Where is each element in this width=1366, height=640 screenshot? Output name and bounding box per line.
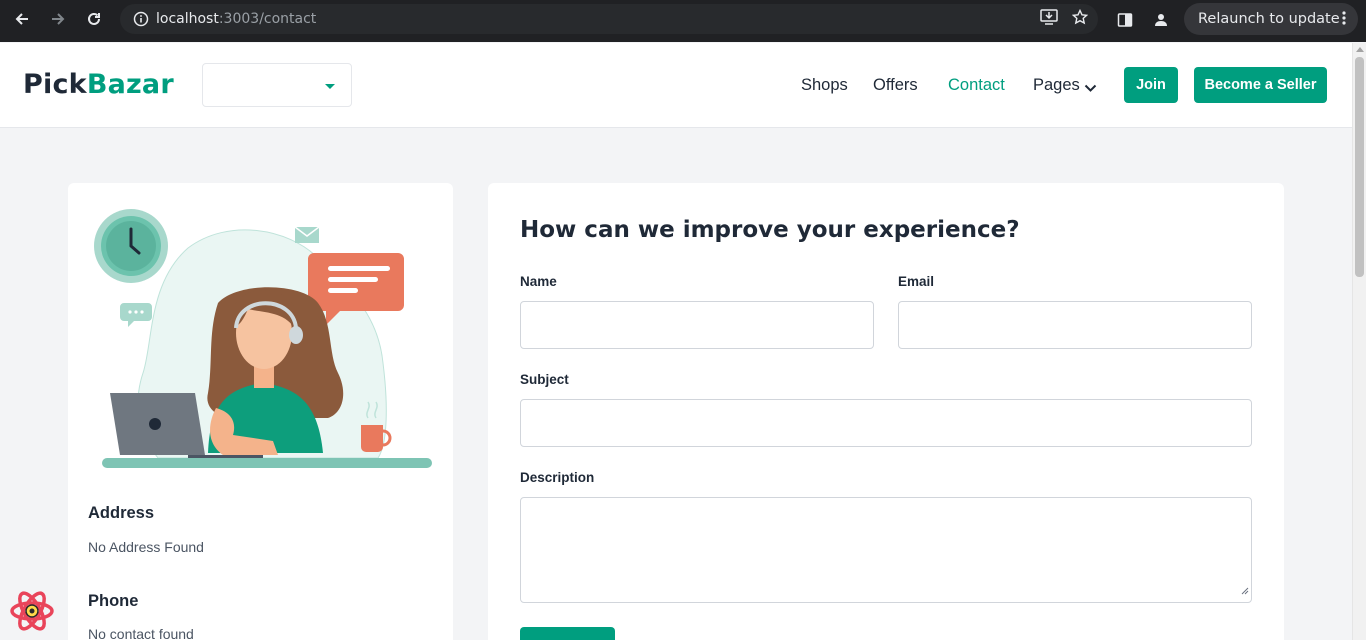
scroll-up-icon[interactable] [1356, 47, 1364, 52]
site-header: PickBazar Shops Offers Contact Pages Joi… [0, 43, 1352, 128]
form-title: How can we improve your experience? [520, 217, 1020, 243]
nav-pages[interactable]: Pages [1033, 76, 1080, 95]
address-value: No Address Found [88, 539, 204, 555]
page-scrollbar[interactable] [1352, 43, 1366, 640]
subject-input[interactable] [520, 399, 1252, 447]
contact-form-card: How can we improve your experience? Name… [488, 183, 1284, 640]
more-menu-icon[interactable] [1342, 10, 1346, 30]
become-seller-button[interactable]: Become a Seller [1194, 67, 1327, 103]
logo[interactable]: PickBazar [23, 69, 174, 100]
url-text: localhost:3003/contact [156, 11, 317, 27]
subject-label: Subject [520, 372, 569, 387]
description-label: Description [520, 470, 595, 485]
react-devtools-icon[interactable] [10, 589, 54, 633]
contact-info-card: Address No Address Found Phone No contac… [68, 183, 453, 640]
shop-type-select[interactable] [202, 63, 352, 107]
submit-button[interactable] [520, 627, 615, 640]
phone-title: Phone [88, 592, 139, 610]
phone-value: No contact found [88, 626, 194, 640]
address-bar[interactable]: localhost:3003/contact [120, 4, 1098, 34]
reload-icon[interactable] [76, 1, 112, 37]
browser-toolbar: localhost:3003/contact Relaunch to updat… [0, 0, 1366, 42]
scrollbar-thumb[interactable] [1355, 57, 1364, 277]
bookmark-star-icon[interactable] [1071, 8, 1089, 30]
site-info-icon[interactable] [126, 11, 156, 27]
chevron-down-icon[interactable] [1084, 80, 1097, 98]
name-label: Name [520, 274, 557, 289]
join-button[interactable]: Join [1124, 67, 1178, 103]
nav-shops[interactable]: Shops [801, 76, 848, 95]
support-agent-illustration [94, 209, 432, 468]
caret-down-icon [325, 84, 335, 89]
name-input[interactable] [520, 301, 874, 349]
relaunch-label: Relaunch to update [1198, 11, 1340, 27]
forward-icon[interactable] [40, 1, 76, 37]
email-label: Email [898, 274, 935, 289]
email-input[interactable] [898, 301, 1252, 349]
resize-grip-icon[interactable] [1241, 582, 1249, 600]
side-panel-icon[interactable] [1113, 8, 1137, 32]
relaunch-button[interactable]: Relaunch to update [1184, 3, 1358, 35]
nav-contact[interactable]: Contact [948, 76, 1005, 95]
back-icon[interactable] [4, 1, 40, 37]
nav-offers[interactable]: Offers [873, 76, 918, 95]
description-textarea[interactable] [520, 497, 1252, 603]
install-app-icon[interactable] [1040, 8, 1058, 30]
profile-icon[interactable] [1149, 8, 1173, 32]
address-title: Address [88, 504, 155, 522]
